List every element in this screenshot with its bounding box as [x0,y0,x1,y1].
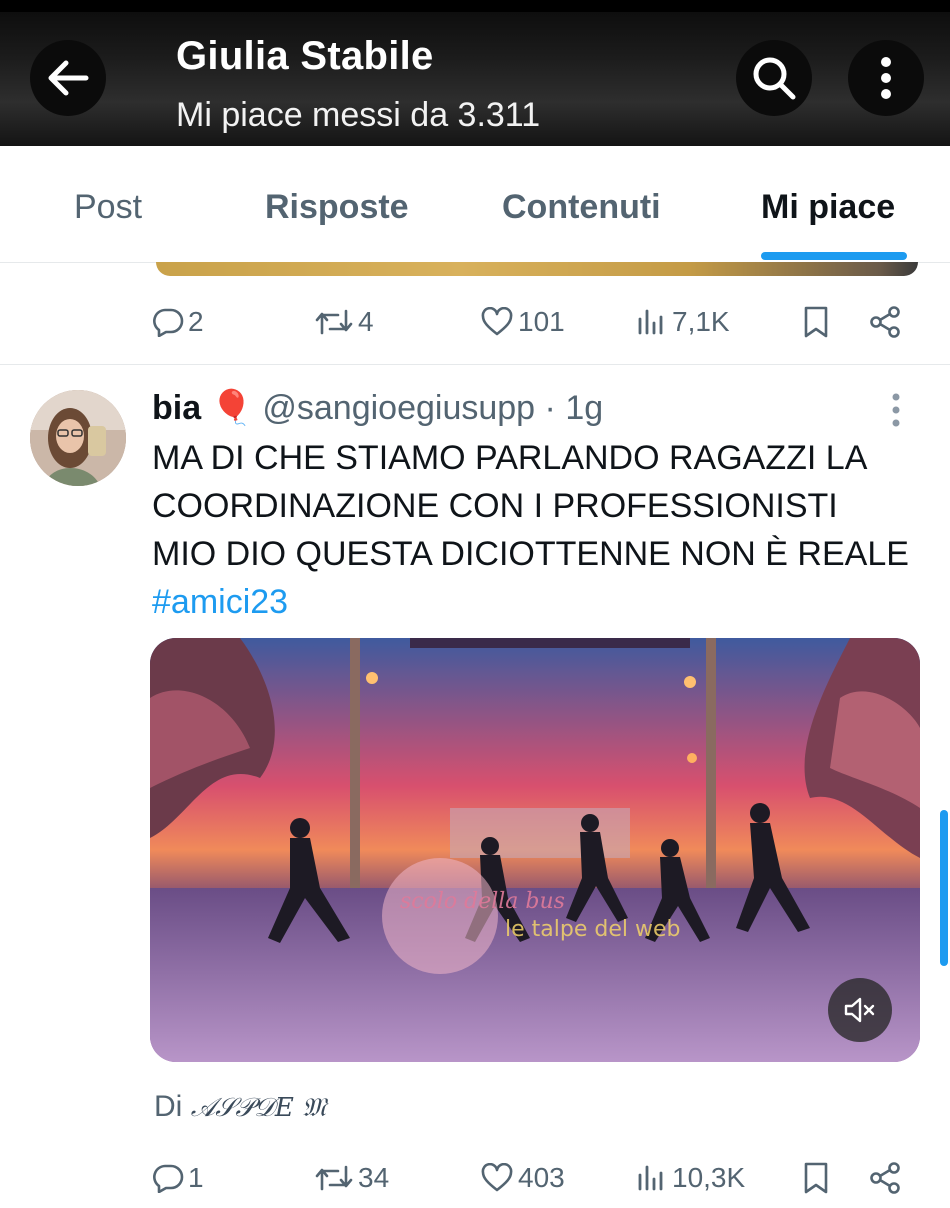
more-options-button[interactable] [848,40,924,116]
previous-tweet-media[interactable] [156,262,918,276]
bookmark-button[interactable] [802,1148,834,1208]
avatar-photo [30,390,126,486]
views-count: 7,1K [672,306,730,337]
tab-post[interactable]: Post [74,188,142,227]
author-name[interactable]: bia [152,389,201,427]
bar-chart-icon [638,309,663,335]
previous-tweet-actions: 2 4 101 7,1K [0,292,950,352]
tweet-header: bia 🎈 @sangioegiusupp · 1g [152,388,603,428]
like-button[interactable]: 101 [480,292,565,352]
tab-risposte[interactable]: Risposte [265,188,409,227]
watermark-right: le talpe del web [505,917,680,942]
bookmark-button[interactable] [802,292,834,352]
reply-icon [153,308,184,337]
like-button[interactable]: 403 [480,1148,565,1208]
bookmark-icon [804,1162,828,1194]
heart-icon [481,1163,513,1192]
repost-icon [315,1165,353,1191]
tweet-text-line: MIO DIO QUESTA DICIOTTENNE NON È REALE [152,535,909,573]
video-frame: scolo della bus le talpe del web [150,638,920,1062]
repost-button[interactable]: 4 [314,292,374,352]
repost-icon [315,309,353,335]
profile-header: Giulia Stabile Mi piace messi da 3.311 [0,0,950,146]
tweet-actions: 1 34 403 10,3K [0,1148,950,1208]
profile-tabs: Post Risposte Contenuti Mi piace [0,146,950,263]
repost-count: 4 [358,306,374,337]
more-vertical-icon [892,393,900,427]
like-count: 403 [518,1162,565,1193]
views-button[interactable]: 7,1K [636,292,730,352]
share-icon [870,1162,900,1194]
share-button[interactable] [868,1148,906,1208]
like-count: 101 [518,306,565,337]
watermark-left: scolo della bus [400,889,565,914]
header-title: Giulia Stabile [176,34,434,78]
media-credit: Di 𝒜𝒮𝒫𝒟𝐸 𝔐 [154,1090,326,1124]
tweet-text-line: COORDINAZIONE CON I PROFESSIONISTI [152,487,838,525]
volume-muted-icon [844,997,875,1023]
share-icon [870,306,900,338]
credit-name[interactable]: 𝒜𝒮𝒫𝒟𝐸 𝔐 [191,1093,326,1123]
reply-button[interactable]: 1 [152,1148,204,1208]
back-button[interactable] [30,40,106,116]
heart-icon [481,307,513,336]
tab-mi-piace[interactable]: Mi piace [761,188,895,227]
tweet-time[interactable]: 1g [565,389,603,427]
bar-chart-icon [638,1165,663,1191]
search-button[interactable] [736,40,812,116]
tab-contenuti[interactable]: Contenuti [502,188,661,227]
author-handle[interactable]: @sangioegiusupp [262,389,535,427]
avatar[interactable] [30,390,126,486]
active-tab-indicator [761,252,907,260]
bookmark-icon [804,306,828,338]
balloon-emoji: 🎈 [210,389,253,427]
views-count: 10,3K [672,1162,746,1193]
credit-prefix: Di [154,1090,183,1123]
reply-icon [153,1164,184,1193]
views-button[interactable]: 10,3K [636,1148,745,1208]
separator: · [535,389,566,427]
reply-count: 1 [188,1162,204,1193]
arrow-left-icon [48,60,89,96]
status-bar [0,0,950,12]
search-icon [753,57,796,100]
tweet-divider [0,364,950,365]
hashtag-link[interactable]: #amici23 [152,578,932,626]
scrollbar-thumb[interactable] [940,810,948,966]
more-vertical-icon [881,57,891,99]
tweet-text: MA DI CHE STIAMO PARLANDO RAGAZZI LA COO… [152,434,932,626]
reply-count: 2 [188,306,204,337]
repost-count: 34 [358,1162,390,1193]
tweet-text-line: MA DI CHE STIAMO PARLANDO RAGAZZI LA [152,439,868,477]
header-subtitle: Mi piace messi da 3.311 [176,96,541,134]
tweet-more-button[interactable] [890,392,902,433]
reply-button[interactable]: 2 [152,292,204,352]
share-button[interactable] [868,292,906,352]
mute-button[interactable] [828,978,892,1042]
tweet-video[interactable]: scolo della bus le talpe del web [150,638,920,1062]
repost-button[interactable]: 34 [314,1148,389,1208]
